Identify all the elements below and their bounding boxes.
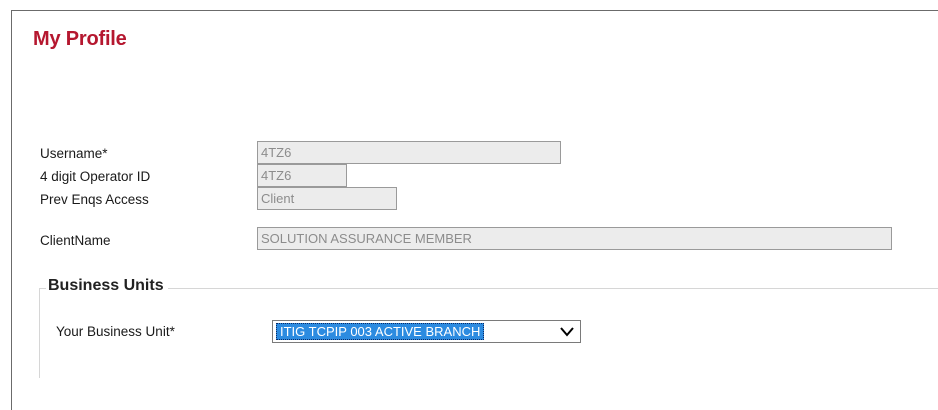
business-unit-label: Your Business Unit*	[56, 324, 175, 339]
prev-enqs-access-label: Prev Enqs Access	[40, 192, 149, 207]
page-title: My Profile	[33, 28, 127, 50]
username-field[interactable]: 4TZ6	[257, 141, 561, 164]
prev-enqs-access-field[interactable]: Client	[257, 187, 397, 210]
client-name-field[interactable]: SOLUTION ASSURANCE MEMBER	[257, 227, 892, 250]
chevron-down-icon-svg	[560, 327, 574, 337]
chevron-down-icon[interactable]	[558, 323, 576, 340]
operator-id-field[interactable]: 4TZ6	[257, 164, 347, 187]
business-units-legend: Business Units	[46, 277, 168, 295]
business-unit-select[interactable]: ITIG TCPIP 003 ACTIVE BRANCH	[272, 320, 581, 343]
operator-id-label: 4 digit Operator ID	[40, 169, 151, 184]
username-label: Username*	[40, 146, 108, 161]
client-name-label: ClientName	[40, 233, 111, 248]
business-unit-selected-value: ITIG TCPIP 003 ACTIVE BRANCH	[276, 323, 485, 340]
